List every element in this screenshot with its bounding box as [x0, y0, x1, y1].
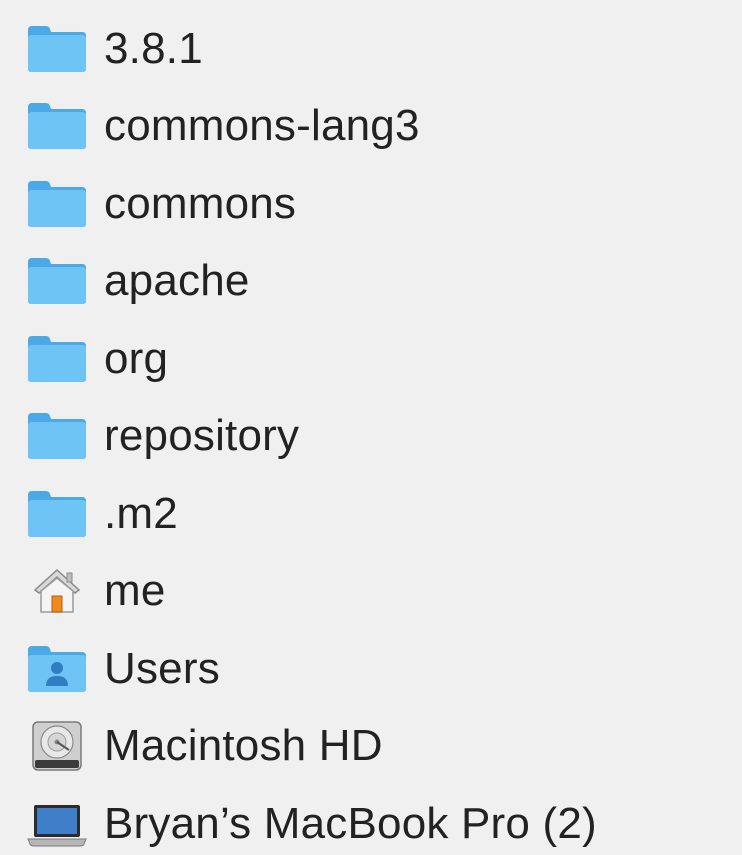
path-item-commons-lang3[interactable]: commons-lang3 [0, 88, 742, 166]
hard-drive-icon [26, 720, 88, 772]
path-item-label: Bryan’s MacBook Pro (2) [104, 798, 597, 848]
path-item-label: commons-lang3 [104, 101, 420, 151]
path-item-label: me [104, 566, 166, 616]
folder-icon [26, 488, 88, 540]
path-item-repository[interactable]: repository [0, 398, 742, 476]
laptop-icon [26, 798, 88, 850]
folder-icon [26, 333, 88, 385]
path-item-macintosh-hd[interactable]: Macintosh HD [0, 708, 742, 786]
folder-icon [26, 410, 88, 462]
home-icon [26, 565, 88, 617]
folder-icon [26, 100, 88, 152]
folder-icon [26, 178, 88, 230]
folder-icon [26, 255, 88, 307]
path-menu: 3.8.1 commons-lang3 commons apache org r… [0, 0, 742, 855]
path-item-label: repository [104, 411, 300, 461]
path-item-label: Users [104, 643, 220, 693]
path-item-label: Macintosh HD [104, 721, 383, 771]
path-item-m2[interactable]: .m2 [0, 475, 742, 553]
path-item-macbook-pro[interactable]: Bryan’s MacBook Pro (2) [0, 785, 742, 855]
path-item-3-8-1[interactable]: 3.8.1 [0, 10, 742, 88]
path-item-label: .m2 [104, 488, 178, 538]
folder-icon [26, 23, 88, 75]
path-item-apache[interactable]: apache [0, 243, 742, 321]
path-item-me[interactable]: me [0, 553, 742, 631]
path-item-label: commons [104, 178, 297, 228]
path-item-label: org [104, 333, 169, 383]
path-item-users[interactable]: Users [0, 630, 742, 708]
users-folder-icon [26, 643, 88, 695]
path-item-label: apache [104, 256, 250, 306]
path-item-label: 3.8.1 [104, 23, 203, 73]
path-item-org[interactable]: org [0, 320, 742, 398]
path-item-commons[interactable]: commons [0, 165, 742, 243]
